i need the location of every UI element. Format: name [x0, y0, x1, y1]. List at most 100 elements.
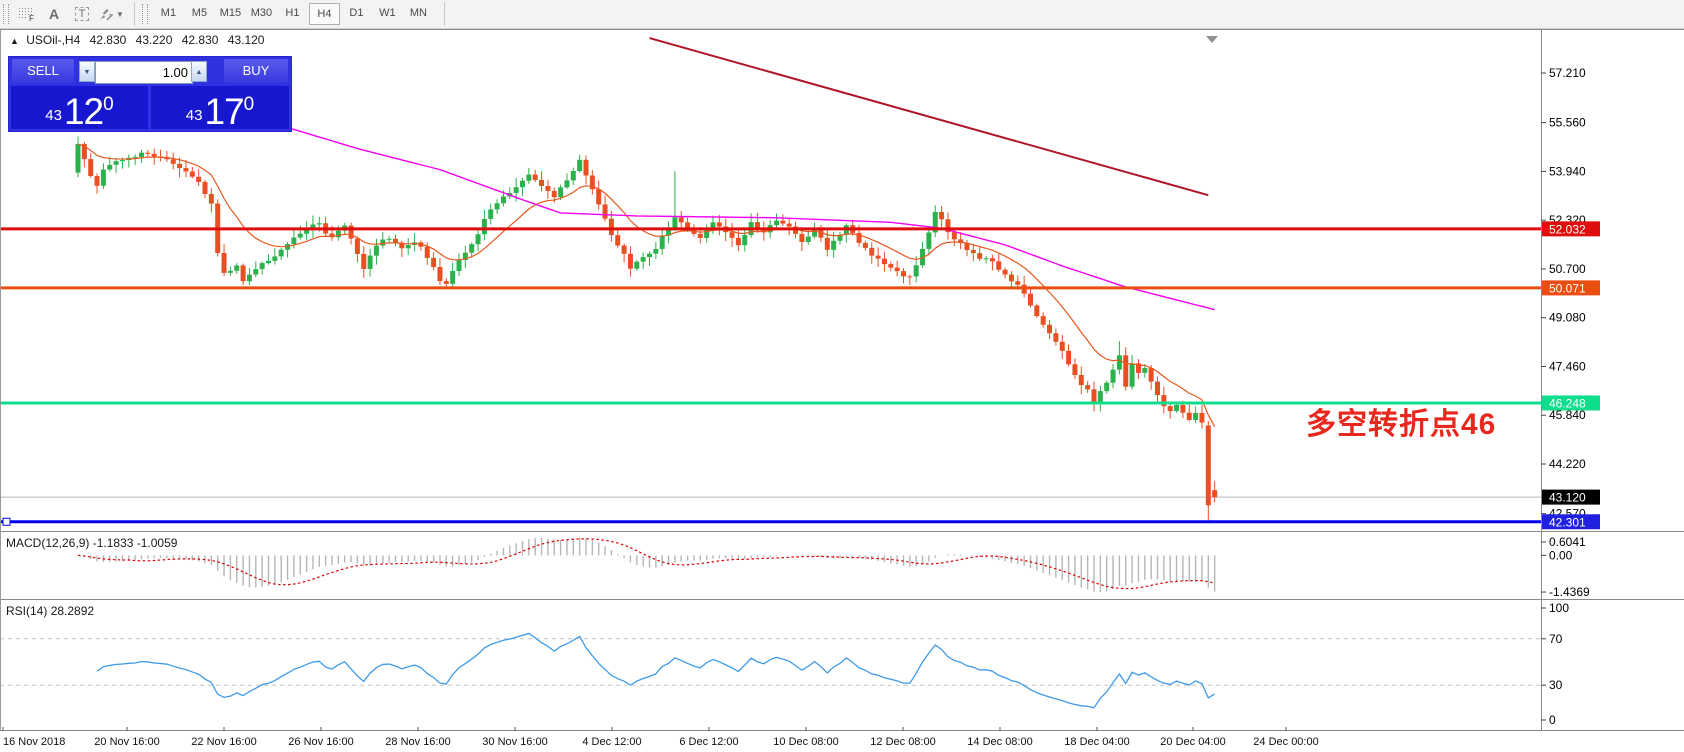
candle-body: [488, 209, 493, 219]
candle-body: [1142, 368, 1147, 373]
candle-body: [76, 144, 81, 173]
ask-pips: 17: [204, 95, 243, 129]
timeframe-button-w1[interactable]: W1: [373, 3, 402, 23]
rsi-axis-label: 100: [1549, 601, 1569, 615]
chart-text-annotation[interactable]: 多空转折点46: [1306, 399, 1496, 443]
candle-body: [806, 237, 811, 242]
collapse-triangle-icon[interactable]: ▲: [10, 36, 19, 46]
candle-body: [717, 222, 722, 226]
sell-button[interactable]: SELL: [12, 59, 74, 83]
text-tool[interactable]: T: [70, 3, 94, 25]
candle-body: [145, 153, 150, 154]
candle-body: [1206, 425, 1211, 505]
ask-price-box[interactable]: 43 17 0: [151, 86, 289, 129]
timeframe-button-h4[interactable]: H4: [309, 3, 340, 25]
objects-list-icon[interactable]: F: [14, 3, 38, 25]
candle-body: [577, 160, 582, 171]
candle-body: [298, 234, 303, 238]
candle-body: [469, 244, 474, 253]
candle-body: [120, 160, 125, 161]
candle-body: [558, 187, 563, 197]
price-tick-label: 49.080: [1549, 311, 1586, 325]
candle-body: [634, 262, 639, 269]
candle-body: [1072, 364, 1077, 375]
candle-body: [253, 269, 258, 274]
timeframe-button-m15[interactable]: M15: [216, 3, 245, 23]
candle-body: [1047, 325, 1052, 333]
candle-body: [152, 154, 157, 157]
chart-shift-marker[interactable]: [1206, 36, 1218, 43]
timeframe-drag-handle[interactable]: [142, 4, 148, 24]
candle-body: [234, 265, 239, 270]
timeframe-button-m5[interactable]: M5: [185, 3, 214, 23]
time-tick-label: 6 Dec 12:00: [679, 736, 738, 748]
price-tick-label: 55.560: [1549, 116, 1586, 130]
candle-body: [539, 180, 544, 186]
rsi-name: RSI(14): [6, 604, 47, 618]
candle-body: [990, 258, 995, 261]
candle-body: [444, 281, 449, 284]
volume-increase-button[interactable]: ▲: [191, 61, 207, 82]
descending-trendline[interactable]: [650, 38, 1209, 195]
time-tick-label: 18 Dec 04:00: [1064, 736, 1129, 748]
timeframe-button-m1[interactable]: M1: [154, 3, 183, 23]
candle-body: [952, 232, 957, 239]
candle-body: [425, 247, 430, 258]
candle-body: [799, 234, 804, 242]
candle-body: [647, 254, 652, 257]
toolbar-separator: [134, 2, 135, 26]
text-label-tool[interactable]: A: [42, 3, 66, 25]
candle-body: [1199, 413, 1204, 423]
ask-pipette: 0: [244, 94, 255, 116]
candle-body: [526, 175, 531, 181]
candle-body: [895, 268, 900, 272]
timeframe-button-d1[interactable]: D1: [342, 3, 371, 23]
candle-body: [622, 245, 627, 253]
arrow-objects-tool[interactable]: ▼: [98, 3, 124, 25]
candle-body: [209, 194, 214, 204]
candle-body: [742, 235, 747, 245]
candle-body: [1187, 413, 1192, 420]
time-tick-label: 12 Dec 08:00: [870, 736, 935, 748]
candle-body: [533, 175, 538, 180]
time-tick-label: 20 Nov 16:00: [94, 736, 159, 748]
candle-body: [1015, 281, 1020, 284]
candle-body: [596, 189, 601, 204]
price-tick-label: 44.220: [1549, 457, 1586, 471]
candle-body: [609, 219, 614, 235]
candle-body: [1079, 375, 1084, 385]
candle-body: [1174, 405, 1179, 411]
timeframe-button-h1[interactable]: H1: [278, 3, 307, 23]
bid-prefix: 43: [45, 107, 62, 124]
candle-body: [863, 243, 868, 248]
candle-body: [279, 250, 284, 257]
candle-body: [450, 271, 455, 284]
candle-body: [907, 276, 912, 277]
macd-layer: [78, 538, 1215, 592]
volume-input[interactable]: [95, 61, 193, 84]
candle-body: [203, 182, 208, 194]
volume-decrease-button[interactable]: ▼: [79, 61, 95, 82]
price-tick-label: 50.700: [1549, 262, 1586, 276]
candle-body: [228, 271, 233, 273]
arrows-icon: [98, 7, 114, 21]
bid-price-box[interactable]: 43 12 0: [11, 86, 148, 129]
candle-body: [730, 232, 735, 238]
candle-body: [291, 238, 296, 245]
timeframe-button-mn[interactable]: MN: [404, 3, 433, 23]
candle-body: [1104, 383, 1109, 391]
mt4-window: F A T ▼ M1M5M15M30H1H4D1W1MN 57.21055.56…: [0, 0, 1684, 752]
toolbar-drag-handle[interactable]: [3, 4, 9, 24]
candle-body: [977, 253, 982, 259]
candle-body: [984, 258, 989, 259]
candle-body: [1155, 382, 1160, 395]
candle-body: [431, 258, 436, 267]
quote-low: 42.830: [182, 33, 219, 47]
candle-body: [482, 219, 487, 234]
svg-text:F: F: [29, 14, 34, 22]
buy-button[interactable]: BUY: [224, 59, 288, 83]
candle-body: [374, 246, 379, 256]
timeframe-button-m30[interactable]: M30: [247, 3, 276, 23]
price-tag-label: 42.301: [1549, 515, 1586, 529]
candle-body: [660, 236, 665, 249]
